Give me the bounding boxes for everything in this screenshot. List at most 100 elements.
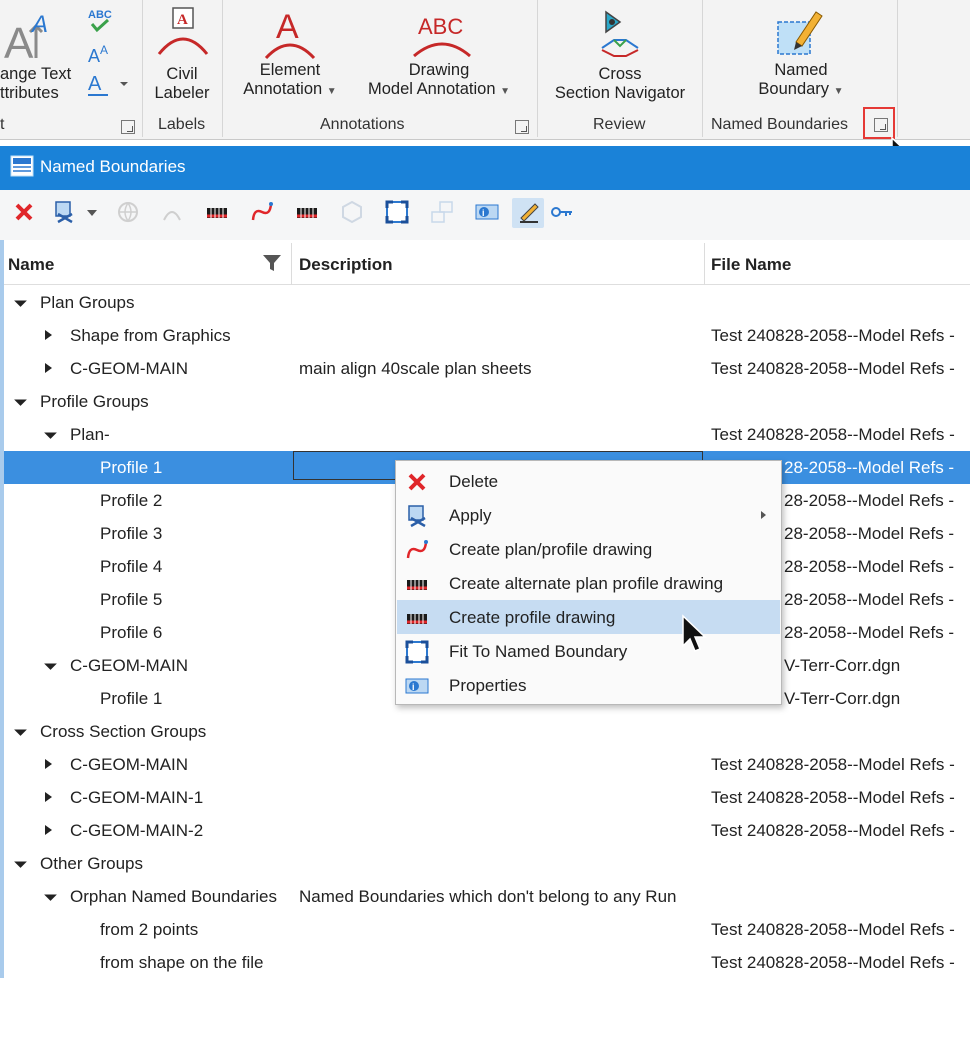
- text-style-icon[interactable]: A: [86, 70, 130, 98]
- table-row[interactable]: Cross Section Groups: [4, 715, 970, 748]
- svg-text:A: A: [276, 8, 299, 46]
- svg-text:i: i: [412, 682, 415, 692]
- table-row[interactable]: C-GEOM-MAIN Test 240828-2058--Model Refs…: [4, 748, 970, 781]
- change-text-attributes-label: ange Text ttributes: [0, 65, 72, 102]
- row-file: 28-2058--Model Refs -: [784, 458, 955, 477]
- row-name: C-GEOM-MAIN-2: [70, 821, 204, 840]
- row-name: C-GEOM-MAIN: [70, 656, 189, 675]
- context-menu: Delete Apply Create plan/profile drawing…: [395, 460, 782, 705]
- row-name: Other Groups: [40, 854, 143, 873]
- expand-arrow-icon[interactable]: [45, 759, 52, 769]
- chevron-down-icon[interactable]: [87, 210, 97, 216]
- annotations-group-launcher-icon[interactable]: [515, 120, 529, 134]
- row-name: C-GEOM-MAIN: [70, 755, 189, 774]
- table-row[interactable]: from 2 points Test 240828-2058--Model Re…: [4, 913, 970, 946]
- column-separator[interactable]: [704, 243, 705, 285]
- collapse-arrow-icon[interactable]: [44, 888, 57, 901]
- ribbon-divider: [0, 139, 970, 140]
- expand-arrow-icon[interactable]: [45, 825, 52, 835]
- table-row[interactable]: from shape on the file Test 240828-2058-…: [4, 946, 970, 979]
- table-row[interactable]: C-GEOM-MAIN-1 Test 240828-2058--Model Re…: [4, 781, 970, 814]
- spell-check-icon[interactable]: ABC: [86, 6, 114, 36]
- menu-item-label: Apply: [449, 506, 492, 525]
- copy-boundary-icon: [431, 201, 453, 223]
- collapse-arrow-icon[interactable]: [14, 723, 27, 736]
- arc-icon: [163, 211, 181, 221]
- named-boundaries-group-label: Named Boundaries: [711, 116, 848, 133]
- expand-arrow-icon[interactable]: [45, 363, 52, 373]
- filter-icon[interactable]: [263, 255, 281, 271]
- drawing-model-annotation-label[interactable]: Drawing Model Annotation ▼: [358, 61, 520, 101]
- profile-grid-icon[interactable]: [205, 200, 229, 224]
- table-row[interactable]: C-GEOM-MAIN-2 Test 240828-2058--Model Re…: [4, 814, 970, 847]
- menu-item-label: Fit To Named Boundary: [449, 642, 628, 661]
- expand-arrow-icon[interactable]: [45, 330, 52, 340]
- row-description: main align 40scale plan sheets: [299, 359, 532, 378]
- row-description: Named Boundaries which don't belong to a…: [299, 887, 677, 906]
- change-text-attributes-icon[interactable]: A A: [0, 6, 60, 62]
- table-row[interactable]: Orphan Named Boundaries Named Boundaries…: [4, 880, 970, 913]
- row-name: Orphan Named Boundaries: [70, 887, 277, 906]
- civil-labeler-icon[interactable]: A: [155, 4, 211, 60]
- ribbon-separator: [897, 0, 898, 137]
- menu-item-create-alternate-plan-profile-drawing[interactable]: Create alternate plan profile drawing: [397, 566, 780, 600]
- element-annotation-icon[interactable]: A: [262, 4, 318, 60]
- svg-text:A: A: [177, 12, 188, 28]
- menu-item-create-plan-profile-drawing[interactable]: Create plan/profile drawing: [397, 532, 780, 566]
- row-file: 28-2058--Model Refs -: [784, 590, 955, 609]
- text-group-launcher-icon[interactable]: [121, 120, 135, 134]
- edit-pencil-icon[interactable]: [517, 200, 541, 224]
- globe-icon: [118, 202, 138, 223]
- named-boundary-label[interactable]: Named Boundary ▼: [746, 61, 856, 101]
- annotations-group-label: Annotations: [320, 116, 405, 133]
- collapse-arrow-icon[interactable]: [14, 393, 27, 406]
- chevron-down-icon: ▼: [500, 86, 510, 97]
- menu-item-apply[interactable]: Apply: [397, 498, 780, 532]
- column-separator[interactable]: [291, 243, 292, 285]
- table-row[interactable]: C-GEOM-MAIN main align 40scale plan shee…: [4, 352, 970, 385]
- apply-icon: [408, 505, 426, 528]
- row-name: Cross Section Groups: [40, 722, 207, 741]
- menu-item-create-profile-drawing[interactable]: Create profile drawing: [397, 600, 780, 634]
- collapse-arrow-icon[interactable]: [44, 426, 57, 439]
- plan-profile-icon[interactable]: [250, 200, 274, 224]
- row-name: Profile 4: [100, 557, 163, 576]
- profile-drawing-icon[interactable]: [295, 200, 319, 224]
- menu-item-properties[interactable]: i Properties: [397, 668, 780, 702]
- text-size-icon[interactable]: A A: [86, 40, 114, 66]
- table-row[interactable]: Plan Groups: [4, 286, 970, 319]
- civil-labeler-label[interactable]: Civil Labeler: [150, 65, 214, 103]
- collapse-arrow-icon[interactable]: [44, 657, 57, 670]
- menu-item-delete[interactable]: Delete: [397, 464, 780, 498]
- key-icon[interactable]: [550, 200, 574, 224]
- named-boundary-icon[interactable]: [772, 6, 824, 58]
- row-file: Test 240828-2058--Model Refs -: [711, 920, 955, 939]
- menu-item-fit-to-named-boundary[interactable]: Fit To Named Boundary: [397, 634, 780, 668]
- cross-section-navigator-label[interactable]: Cross Section Navigator: [547, 65, 693, 103]
- cross-section-navigator-icon[interactable]: [594, 6, 646, 60]
- row-name: C-GEOM-MAIN-1: [70, 788, 204, 807]
- apply-icon[interactable]: [52, 200, 76, 224]
- table-row[interactable]: Other Groups: [4, 847, 970, 880]
- row-file: 28-2058--Model Refs -: [784, 491, 955, 510]
- row-name: Shape from Graphics: [70, 326, 231, 345]
- fit-to-boundary-icon[interactable]: [385, 200, 409, 224]
- collapse-arrow-icon[interactable]: [14, 855, 27, 868]
- svg-text:i: i: [482, 208, 485, 218]
- properties-icon: i: [405, 678, 429, 694]
- menu-item-label: Create plan/profile drawing: [449, 540, 653, 559]
- expand-arrow-icon[interactable]: [45, 792, 52, 802]
- review-group-label: Review: [593, 116, 646, 133]
- delete-icon[interactable]: [12, 200, 36, 224]
- menu-item-label: Create alternate plan profile drawing: [449, 574, 724, 593]
- table-row[interactable]: Profile Groups: [4, 385, 970, 418]
- column-header-file-name-label: File Name: [711, 255, 792, 274]
- element-annotation-label[interactable]: Element Annotation ▼: [236, 61, 344, 101]
- table-row[interactable]: Plan- Test 240828-2058--Model Refs -: [4, 418, 970, 451]
- properties-icon[interactable]: i: [475, 200, 499, 224]
- drawing-model-annotation-icon[interactable]: ABC: [410, 6, 474, 58]
- table-row[interactable]: Shape from Graphics Test 240828-2058--Mo…: [4, 319, 970, 352]
- collapse-arrow-icon[interactable]: [14, 294, 27, 307]
- ribbon-separator: [142, 0, 143, 137]
- svg-text:A: A: [88, 46, 100, 66]
